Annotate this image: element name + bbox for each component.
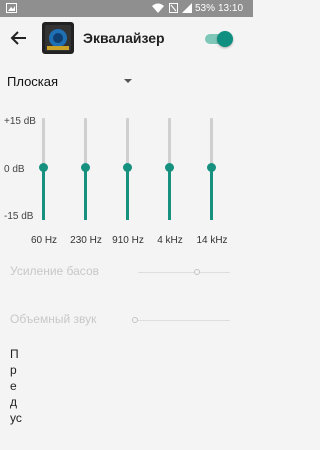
band-fill	[84, 170, 87, 220]
preset-selected: Плоская	[7, 74, 59, 89]
virtualizer-label: Объемный звук	[10, 312, 97, 326]
wifi-icon	[152, 3, 164, 13]
band-fill	[168, 170, 171, 220]
signal-icon	[182, 3, 192, 13]
preset-dropdown[interactable]: Плоская	[7, 72, 137, 92]
dropdown-caret-icon	[124, 79, 132, 83]
battery-percent: 53%	[195, 3, 216, 14]
equalizer-app-icon	[42, 22, 74, 54]
virtualizer-track	[132, 320, 230, 321]
equalizer-toggle[interactable]	[205, 31, 233, 47]
band-thumb[interactable]	[39, 163, 48, 172]
clock: 13:10	[218, 3, 244, 14]
gallery-icon	[6, 3, 17, 13]
back-arrow-icon[interactable]	[10, 29, 28, 47]
toggle-knob	[217, 31, 233, 47]
band-thumb[interactable]	[123, 163, 132, 172]
sim-icon	[169, 3, 178, 13]
bass-boost-setting: Усиление басов	[10, 264, 240, 284]
app-bar: Эквалайзер	[0, 17, 253, 59]
band-fill	[126, 170, 129, 220]
band-fill	[42, 170, 45, 220]
equalizer-bands: 60 Hz 230 Hz 910 Hz 4 kHz 14 kHz	[0, 110, 253, 250]
band-thumb[interactable]	[207, 163, 216, 172]
band-fill	[210, 170, 213, 220]
band-thumb[interactable]	[81, 163, 90, 172]
virtualizer-setting: Объемный звук	[10, 312, 240, 332]
bass-boost-label: Усиление басов	[10, 264, 99, 278]
presets-footer-label: Предус	[10, 347, 22, 425]
band-freq-label: 14 kHz	[196, 235, 228, 246]
bass-boost-track	[138, 272, 230, 273]
status-bar: 53% 13:10	[0, 0, 253, 17]
band-thumb[interactable]	[165, 163, 174, 172]
page-title: Эквалайзер	[83, 30, 165, 46]
virtualizer-thumb	[132, 317, 138, 323]
bass-boost-thumb	[194, 269, 200, 275]
